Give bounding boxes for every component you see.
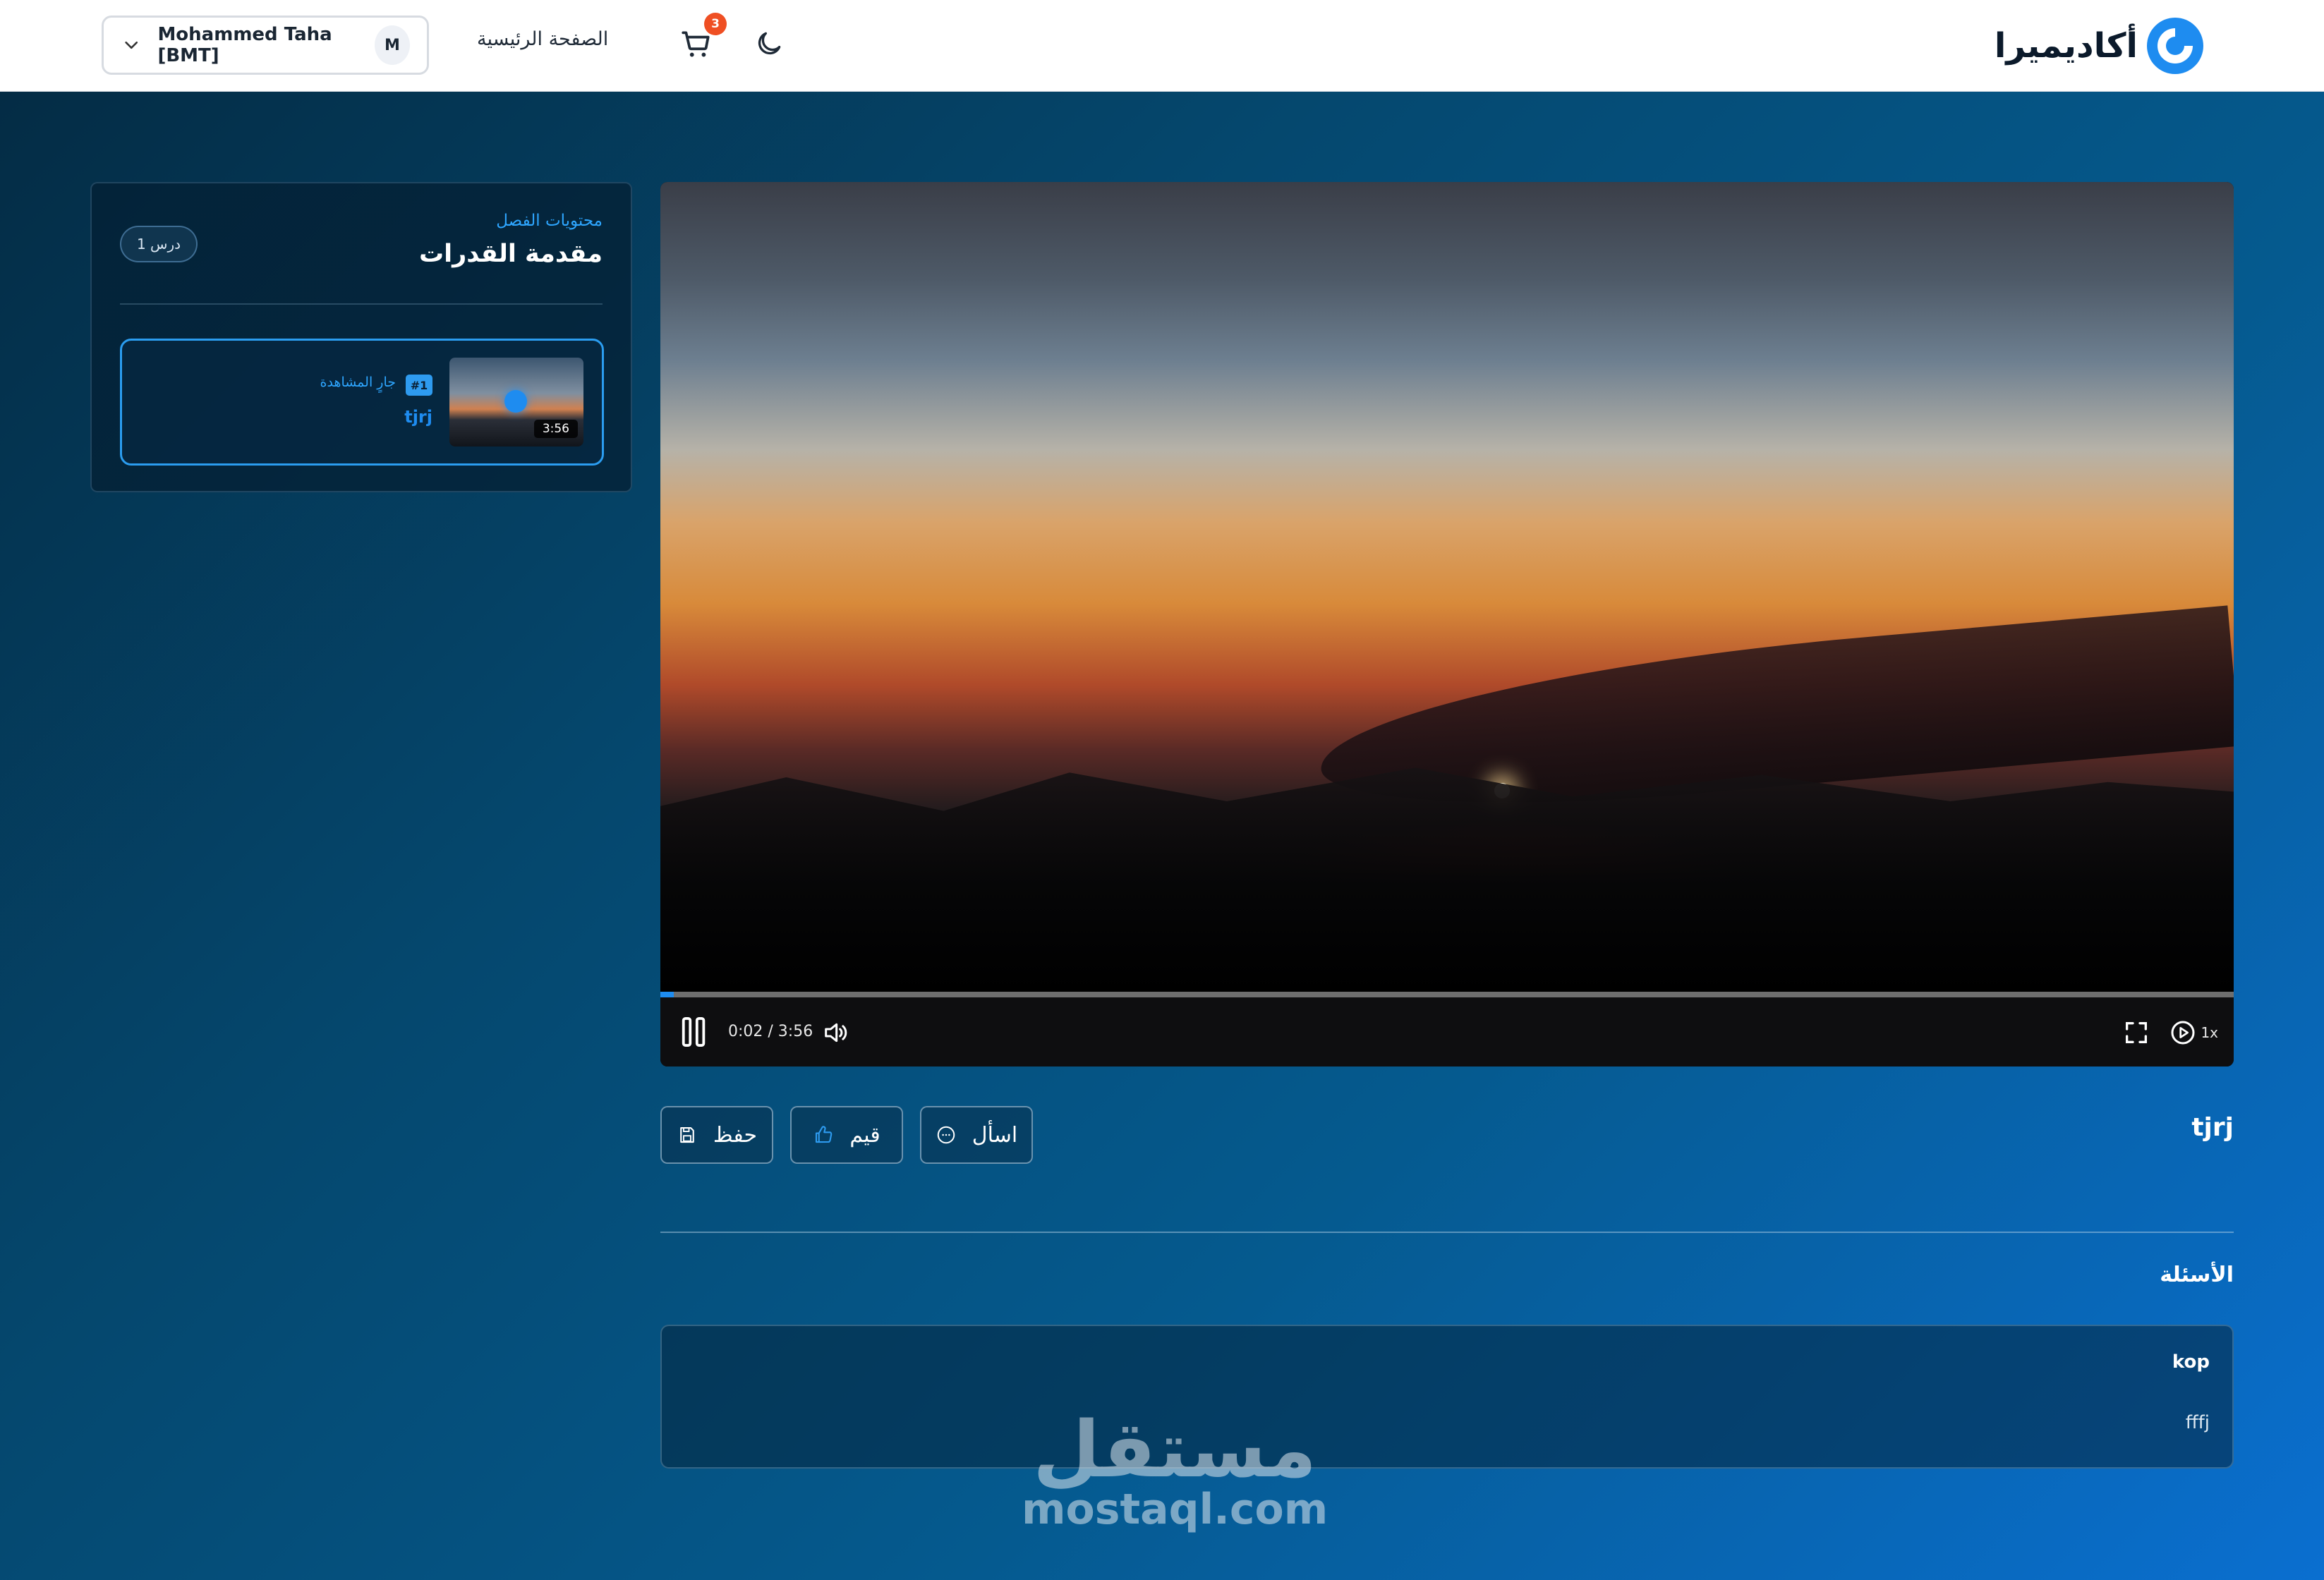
ask-label: اسأل — [972, 1122, 1018, 1148]
watermark-arabic: مستقل — [1032, 1404, 1317, 1495]
playback-speed-icon[interactable] — [2169, 1019, 2197, 1047]
chapter-title: مقدمة القدرات — [418, 240, 603, 268]
video-frame[interactable] — [660, 182, 2234, 993]
rate-label: قيم — [849, 1122, 880, 1148]
volume-icon[interactable] — [820, 1019, 851, 1047]
lesson-count-badge: 1 درس — [120, 226, 198, 262]
avatar: M — [374, 25, 411, 65]
chapter-contents-label: محتويات الفصل — [496, 212, 603, 230]
moon-icon[interactable] — [754, 28, 785, 59]
lesson-title: tjrj — [2191, 1113, 2234, 1142]
user-menu-button[interactable]: Mohammed Taha [BMT] M — [102, 16, 429, 75]
fullscreen-icon[interactable] — [2122, 1019, 2150, 1047]
video-progress-bar[interactable] — [660, 992, 2234, 997]
questions-heading: الأسئلة — [2160, 1263, 2234, 1287]
lesson-number-badge: #1 — [406, 375, 432, 396]
save-button[interactable]: حفظ — [660, 1106, 773, 1164]
thumbs-up-icon — [816, 1126, 833, 1143]
question-item[interactable]: kop fffj — [660, 1325, 2234, 1469]
brand-logo-icon — [2147, 18, 2203, 74]
chat-icon — [937, 1126, 955, 1144]
brand-name: أكاديميرا — [1994, 26, 2138, 66]
save-label: حفظ — [713, 1122, 758, 1148]
lesson-item[interactable]: 3:56 #1 جارٍ المشاهدة tjrj — [120, 339, 604, 466]
lesson-name: tjrj — [404, 407, 432, 427]
pause-icon[interactable] — [680, 1017, 708, 1047]
video-time: 0:02 / 3:56 — [728, 1023, 813, 1040]
lesson-thumbnail: 3:56 — [449, 358, 583, 446]
playback-speed-value[interactable]: 1x — [2201, 1024, 2218, 1041]
lesson-duration: 3:56 — [533, 420, 578, 438]
divider — [120, 303, 603, 305]
video-scene-hills — [660, 767, 2234, 993]
divider — [660, 1232, 2234, 1233]
now-playing-indicator-icon — [504, 390, 527, 413]
user-name: Mohammed Taha [BMT] — [157, 24, 332, 66]
video-player[interactable]: 0:02 / 3:56 1x — [660, 182, 2234, 1066]
question-title: kop — [2172, 1351, 2210, 1373]
video-progress-fill — [660, 992, 674, 997]
save-icon — [680, 1126, 694, 1143]
chevron-down-icon — [125, 41, 138, 49]
ask-button[interactable]: اسأل — [920, 1106, 1033, 1164]
watermark: مستقل mostaql.com — [1022, 1411, 1328, 1531]
rate-button[interactable]: قيم — [790, 1106, 903, 1164]
cart-count-badge: 3 — [704, 13, 727, 35]
nav-home-link[interactable]: الصفحة الرئيسية — [477, 28, 608, 50]
lesson-status: جارٍ المشاهدة — [320, 375, 397, 390]
top-navbar: أكاديميرا Mohammed Taha [BMT] M الصفحة ا… — [0, 0, 2324, 92]
question-body: fffj — [2185, 1412, 2210, 1433]
brand[interactable]: أكاديميرا — [1995, 16, 2205, 76]
chapter-contents-panel: محتويات الفصل مقدمة القدرات 1 درس 3:56 #… — [90, 182, 632, 492]
video-controls: 0:02 / 3:56 1x — [660, 997, 2234, 1066]
watermark-latin: mostaql.com — [1022, 1485, 1329, 1534]
